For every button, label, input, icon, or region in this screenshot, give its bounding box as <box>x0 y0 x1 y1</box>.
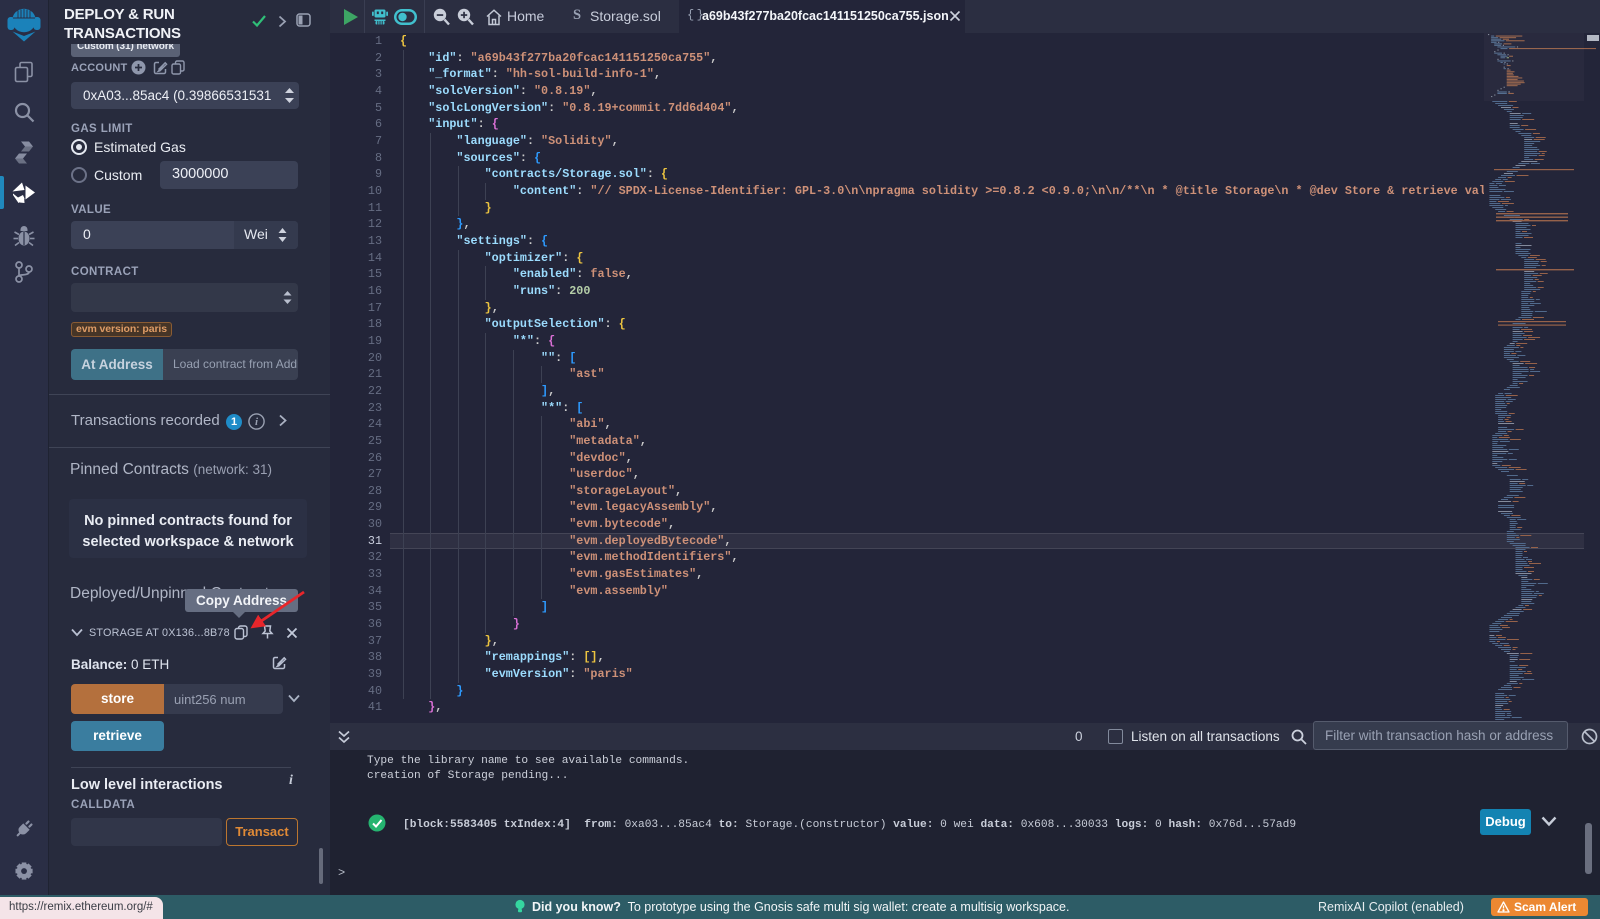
svg-text:i: i <box>255 416 259 428</box>
